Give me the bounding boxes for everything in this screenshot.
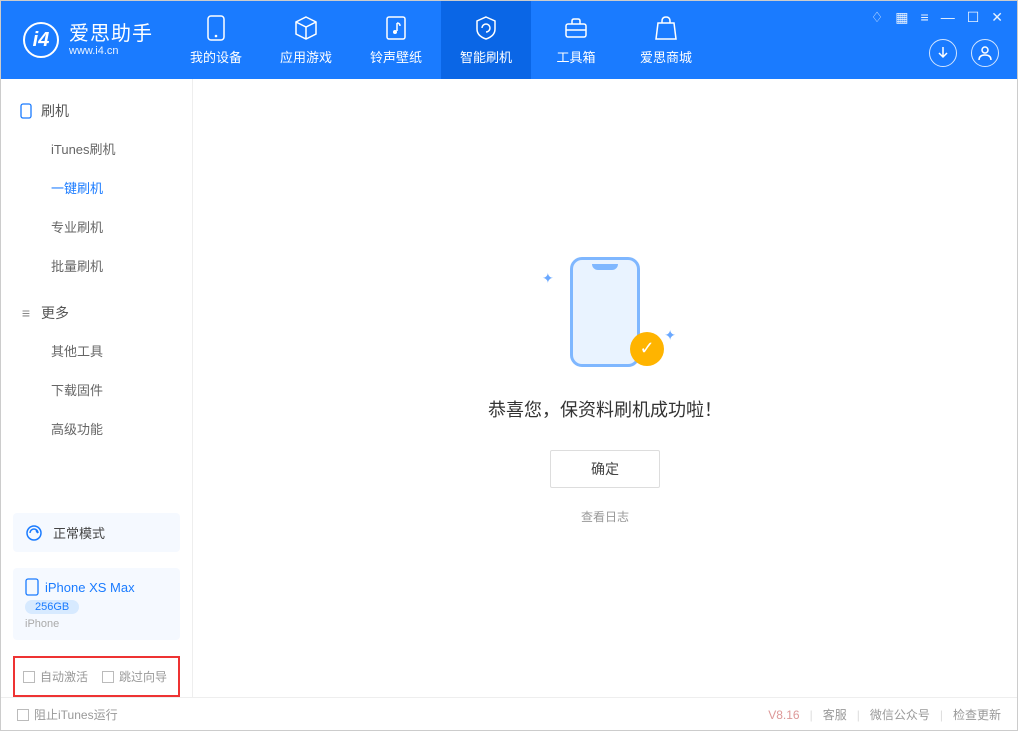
footer-link-wechat[interactable]: 微信公众号 [870, 706, 930, 723]
list-icon: ≡ [19, 306, 33, 320]
checkbox-icon [23, 671, 35, 683]
nav-apps-games[interactable]: 应用游戏 [261, 1, 351, 79]
minimize-button[interactable]: — [941, 9, 955, 26]
sidebar-section-flash: 刷机 [1, 93, 192, 129]
grid-icon[interactable]: ▦ [895, 9, 908, 26]
app-subtitle: www.i4.cn [69, 45, 153, 57]
main-content: ✦ ✓ ✦ 恭喜您，保资料刷机成功啦！ 确定 查看日志 [193, 79, 1017, 697]
logo-area: i4 爱思助手 www.i4.cn [1, 22, 171, 58]
checkbox-auto-activate[interactable]: 自动激活 [23, 668, 88, 685]
user-button[interactable] [971, 39, 999, 67]
checkbox-icon [102, 671, 114, 683]
footer-link-support[interactable]: 客服 [823, 706, 847, 723]
app-logo-icon: i4 [23, 22, 59, 58]
device-type: iPhone [25, 618, 59, 630]
status-bar: 阻止iTunes运行 V8.16 | 客服 | 微信公众号 | 检查更新 [1, 697, 1017, 731]
sidebar-item-pro-flash[interactable]: 专业刷机 [1, 207, 192, 246]
section-title: 刷机 [41, 101, 69, 121]
nav-toolbox[interactable]: 工具箱 [531, 1, 621, 79]
nav-label: 智能刷机 [460, 47, 512, 66]
device-name-row: iPhone XS Max [25, 578, 135, 596]
view-log-link[interactable]: 查看日志 [581, 508, 629, 525]
sidebar-item-batch-flash[interactable]: 批量刷机 [1, 246, 192, 285]
checkbox-label: 跳过向导 [119, 668, 167, 685]
window-controls-top: ♢ ▦ ≡ — ☐ ✕ [871, 9, 1003, 26]
checkbox-label: 阻止iTunes运行 [34, 706, 118, 723]
device-storage-badge: 256GB [25, 600, 79, 614]
footer-right: V8.16 | 客服 | 微信公众号 | 检查更新 [768, 706, 1001, 723]
music-file-icon [383, 15, 409, 41]
separator: | [940, 708, 943, 722]
mode-icon [25, 524, 43, 542]
cube-icon [293, 15, 319, 41]
nav-label: 应用游戏 [280, 47, 332, 66]
nav-store[interactable]: 爱思商城 [621, 1, 711, 79]
device-small-icon [25, 578, 39, 596]
ok-button[interactable]: 确定 [550, 450, 660, 488]
shield-refresh-icon [473, 15, 499, 41]
nav-label: 工具箱 [556, 47, 595, 66]
sidebar-item-oneclick-flash[interactable]: 一键刷机 [1, 168, 192, 207]
sidebar: 刷机 iTunes刷机 一键刷机 专业刷机 批量刷机 ≡ 更多 其他工具 下载固… [1, 79, 193, 697]
mode-card[interactable]: 正常模式 [13, 513, 180, 552]
checkbox-icon [17, 709, 29, 721]
maximize-button[interactable]: ☐ [967, 9, 980, 26]
phone-icon [203, 15, 229, 41]
close-button[interactable]: ✕ [991, 9, 1003, 26]
menu-icon[interactable]: ≡ [921, 9, 929, 26]
mode-label: 正常模式 [53, 523, 105, 542]
nav-my-device[interactable]: 我的设备 [171, 1, 261, 79]
shirt-icon[interactable]: ♢ [871, 9, 884, 26]
nav-smart-flash[interactable]: 智能刷机 [441, 1, 531, 79]
sparkle-icon: ✦ [542, 270, 554, 287]
sparkle-icon: ✦ [664, 327, 676, 344]
success-illustration: ✦ ✓ ✦ [540, 252, 670, 372]
checkbox-label: 自动激活 [40, 668, 88, 685]
separator: | [810, 708, 813, 722]
main-nav: 我的设备 应用游戏 铃声壁纸 智能刷机 工具箱 爱思商城 [171, 1, 711, 79]
sidebar-item-download-firmware[interactable]: 下载固件 [1, 370, 192, 409]
toolbox-icon [563, 15, 589, 41]
checkbox-block-itunes[interactable]: 阻止iTunes运行 [17, 706, 118, 723]
sidebar-section-more: ≡ 更多 [1, 295, 192, 331]
logo-text: 爱思助手 www.i4.cn [69, 23, 153, 57]
device-icon [19, 104, 33, 118]
version-label: V8.16 [768, 708, 799, 722]
nav-label: 铃声壁纸 [370, 47, 422, 66]
app-body: 刷机 iTunes刷机 一键刷机 专业刷机 批量刷机 ≡ 更多 其他工具 下载固… [1, 79, 1017, 697]
nav-label: 爱思商城 [640, 47, 692, 66]
sidebar-item-advanced[interactable]: 高级功能 [1, 409, 192, 448]
success-message: 恭喜您，保资料刷机成功啦！ [488, 396, 722, 422]
check-badge-icon: ✓ [630, 332, 664, 366]
separator: | [857, 708, 860, 722]
shopping-bag-icon [653, 15, 679, 41]
download-button[interactable] [929, 39, 957, 67]
device-card[interactable]: iPhone XS Max 256GB iPhone [13, 568, 180, 640]
header-right-actions [929, 39, 999, 67]
app-title: 爱思助手 [69, 23, 153, 45]
nav-ringtones-wallpapers[interactable]: 铃声壁纸 [351, 1, 441, 79]
sidebar-item-other-tools[interactable]: 其他工具 [1, 331, 192, 370]
footer-link-check-update[interactable]: 检查更新 [953, 706, 1001, 723]
flash-options-box: 自动激活 跳过向导 [13, 656, 180, 697]
sidebar-item-itunes-flash[interactable]: iTunes刷机 [1, 129, 192, 168]
checkbox-skip-guide[interactable]: 跳过向导 [102, 668, 167, 685]
app-header: i4 爱思助手 www.i4.cn 我的设备 应用游戏 铃声壁纸 智能刷机 工具… [1, 1, 1017, 79]
device-name: iPhone XS Max [45, 580, 135, 595]
nav-label: 我的设备 [190, 47, 242, 66]
section-title: 更多 [41, 303, 69, 323]
